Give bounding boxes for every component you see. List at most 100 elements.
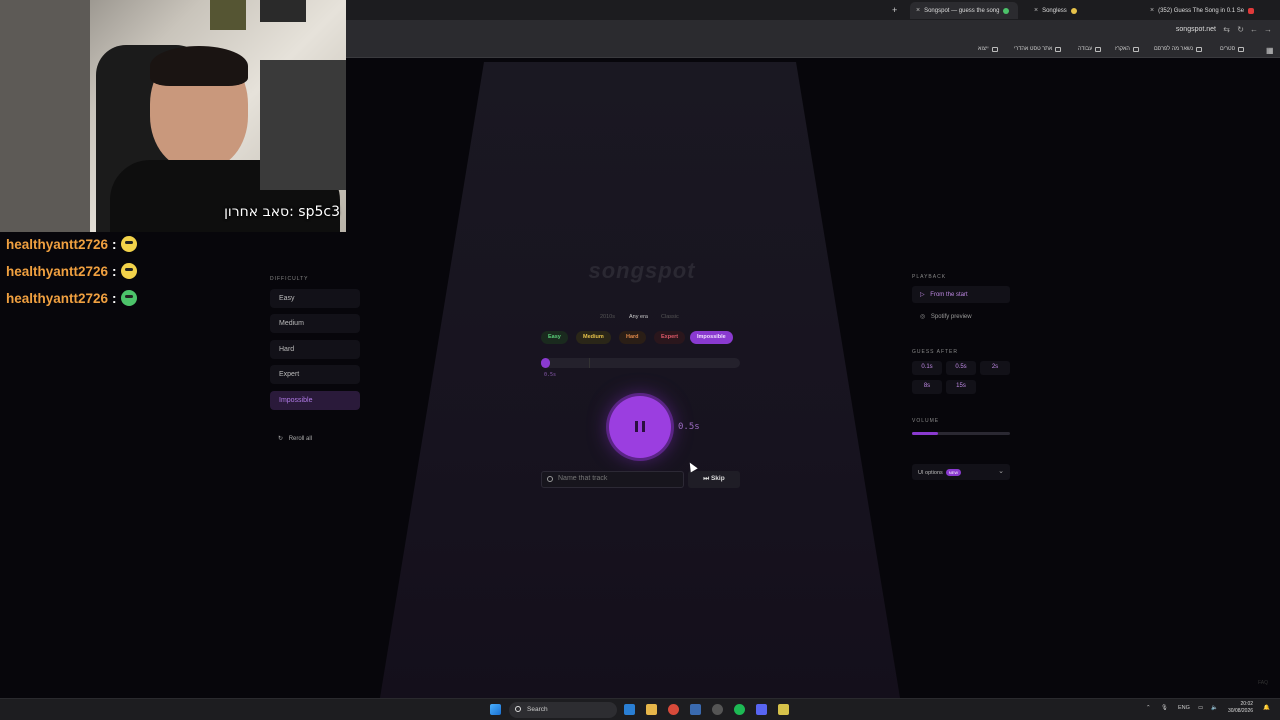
difficulty-impossible[interactable]: Impossible bbox=[270, 391, 360, 410]
forward-icon[interactable]: → bbox=[1264, 25, 1272, 34]
reroll-icon: ↻ bbox=[278, 436, 284, 442]
volume-heading: VOLUME bbox=[912, 418, 940, 424]
guess-after-15s[interactable]: 15s bbox=[946, 380, 976, 394]
chevron-down-icon: ⌄ bbox=[998, 468, 1004, 475]
tab-label: Songless bbox=[1042, 7, 1067, 14]
tab-status-dot bbox=[1070, 7, 1077, 14]
volume-slider[interactable] bbox=[912, 432, 1010, 435]
close-tab-icon[interactable]: × bbox=[1034, 7, 1038, 14]
translate-icon[interactable]: ⇆ bbox=[1223, 25, 1230, 34]
windows-taskbar: Search ⌃ 🎙 ENG ▭ 🔈 20:02 30/08/2026 🔔 bbox=[0, 698, 1280, 720]
hair bbox=[150, 46, 248, 86]
bookmark-item[interactable]: ייצוא bbox=[978, 46, 998, 52]
chrome-icon[interactable] bbox=[668, 704, 679, 715]
era-classic[interactable]: Classic bbox=[661, 314, 679, 320]
file-explorer-icon[interactable] bbox=[646, 704, 657, 715]
pill-impossible[interactable]: Impossible bbox=[690, 331, 733, 344]
chat-username: healthyantt2726 bbox=[6, 290, 109, 306]
progress-label: 0.5s bbox=[544, 372, 557, 378]
windows-start-icon[interactable] bbox=[490, 704, 501, 715]
bookmark-item[interactable]: סטרים bbox=[1220, 46, 1245, 52]
close-tab-icon[interactable]: × bbox=[1150, 7, 1154, 14]
difficulty-medium[interactable]: Medium bbox=[270, 314, 360, 333]
bookmark-item[interactable]: האקרז bbox=[1115, 46, 1139, 52]
faq-link[interactable]: FAQ bbox=[1258, 680, 1268, 686]
webcam-feed: סאב אחרון: sp5c3 bbox=[0, 0, 346, 232]
volume-icon[interactable]: 🔈 bbox=[1211, 705, 1218, 711]
discord-icon[interactable] bbox=[756, 704, 767, 715]
tab-songless[interactable]: × Songless bbox=[1028, 2, 1138, 19]
obs-icon[interactable] bbox=[712, 704, 723, 715]
pill-expert[interactable]: Expert bbox=[654, 331, 686, 344]
from-start-option[interactable]: ▷ From the start bbox=[912, 286, 1010, 303]
folder-icon bbox=[1195, 46, 1202, 52]
era-any[interactable]: Any era bbox=[629, 314, 648, 320]
bookmark-label: עבודה bbox=[1078, 46, 1093, 52]
pause-icon bbox=[642, 421, 645, 432]
track-search-field[interactable] bbox=[541, 471, 684, 488]
progress-marker bbox=[589, 358, 590, 368]
guess-after-2s[interactable]: 2s bbox=[980, 361, 1010, 375]
tray-chevron-icon[interactable]: ⌃ bbox=[1146, 705, 1151, 711]
playback-heading: PLAYBACK bbox=[912, 274, 947, 280]
era-2010s[interactable]: 2010s bbox=[600, 314, 615, 320]
system-clock[interactable]: 20:02 30/08/2026 bbox=[1228, 701, 1253, 715]
wall-shadow bbox=[0, 0, 90, 232]
yellow-face-emote bbox=[120, 236, 137, 252]
youtube-icon bbox=[1248, 7, 1255, 14]
tab-youtube[interactable]: × (352) Guess The Song in 0.1 Se bbox=[1144, 2, 1264, 19]
bookmark-item[interactable]: נשאר מה לפרסם bbox=[1154, 46, 1202, 52]
notepad-icon[interactable] bbox=[778, 704, 789, 715]
yellow-face-emote bbox=[120, 263, 137, 279]
difficulty-easy[interactable]: Easy bbox=[270, 289, 360, 308]
taskbar-search-label: Search bbox=[527, 706, 548, 713]
new-tab-icon[interactable]: + bbox=[892, 5, 897, 15]
clock-date: 30/08/2026 bbox=[1228, 708, 1254, 714]
guess-after-0-5s[interactable]: 0.5s bbox=[946, 361, 976, 375]
taskbar-search[interactable]: Search bbox=[509, 702, 617, 718]
language-indicator[interactable]: ENG bbox=[1178, 705, 1190, 711]
search-icon bbox=[547, 476, 553, 482]
pill-easy[interactable]: Easy bbox=[541, 331, 568, 344]
skip-button[interactable]: ⏭ Skip bbox=[688, 471, 740, 488]
volume-fill bbox=[912, 432, 939, 435]
chat-username: healthyantt2726 bbox=[6, 263, 109, 279]
pill-medium[interactable]: Medium bbox=[576, 331, 611, 344]
chat-username: healthyantt2726 bbox=[6, 236, 109, 252]
snippet-progress-bar[interactable] bbox=[541, 358, 740, 368]
tab-songspot[interactable]: × Songspot — guess the song bbox=[910, 2, 1018, 19]
network-icon[interactable]: ▭ bbox=[1198, 705, 1203, 711]
back-icon[interactable]: ← bbox=[1250, 25, 1258, 34]
guess-after-0-1s[interactable]: 0.1s bbox=[912, 361, 942, 375]
microphone-icon[interactable]: 🎙 bbox=[1161, 705, 1168, 711]
notification-icon[interactable]: 🔔 bbox=[1263, 705, 1270, 711]
bookmark-item[interactable]: עבודה bbox=[1078, 46, 1102, 52]
reload-icon[interactable]: ↻ bbox=[1237, 25, 1244, 34]
bookmark-item[interactable]: אתר טסט אהדרי bbox=[1014, 46, 1062, 52]
from-start-label: From the start bbox=[930, 292, 968, 298]
close-tab-icon[interactable]: × bbox=[916, 7, 920, 14]
difficulty-hard[interactable]: Hard bbox=[270, 340, 360, 359]
poster bbox=[210, 0, 246, 30]
pill-hard[interactable]: Hard bbox=[619, 331, 646, 344]
spotify-icon: ◎ bbox=[920, 314, 926, 320]
vscode-icon[interactable] bbox=[624, 704, 635, 715]
chat-separator: : bbox=[112, 290, 117, 306]
ui-options-dropdown[interactable]: UI options NEW ⌄ bbox=[912, 464, 1010, 480]
pause-button[interactable] bbox=[609, 396, 671, 458]
address-bar: songspot.net ⇆ ↻ ← → bbox=[346, 20, 1280, 42]
steam-icon[interactable] bbox=[690, 704, 701, 715]
bookmark-label: סטרים bbox=[1220, 46, 1236, 52]
spotify-icon[interactable] bbox=[734, 704, 745, 715]
reroll-all-button[interactable]: ↻ Reroll all bbox=[278, 435, 312, 442]
track-search-input[interactable] bbox=[558, 475, 678, 482]
difficulty-expert[interactable]: Expert bbox=[270, 365, 360, 384]
chat-separator: : bbox=[112, 236, 117, 252]
spotify-preview-option[interactable]: ◎ Spotify preview bbox=[912, 310, 1010, 324]
bookmark-label: אתר טסט אהדרי bbox=[1014, 46, 1053, 52]
skip-label: Skip bbox=[710, 475, 725, 482]
chat-message: healthyantt2726: bbox=[6, 290, 137, 306]
guess-after-8s[interactable]: 8s bbox=[912, 380, 942, 394]
apps-icon[interactable]: ▦ bbox=[1266, 46, 1274, 55]
url-text[interactable]: songspot.net bbox=[1176, 26, 1216, 33]
